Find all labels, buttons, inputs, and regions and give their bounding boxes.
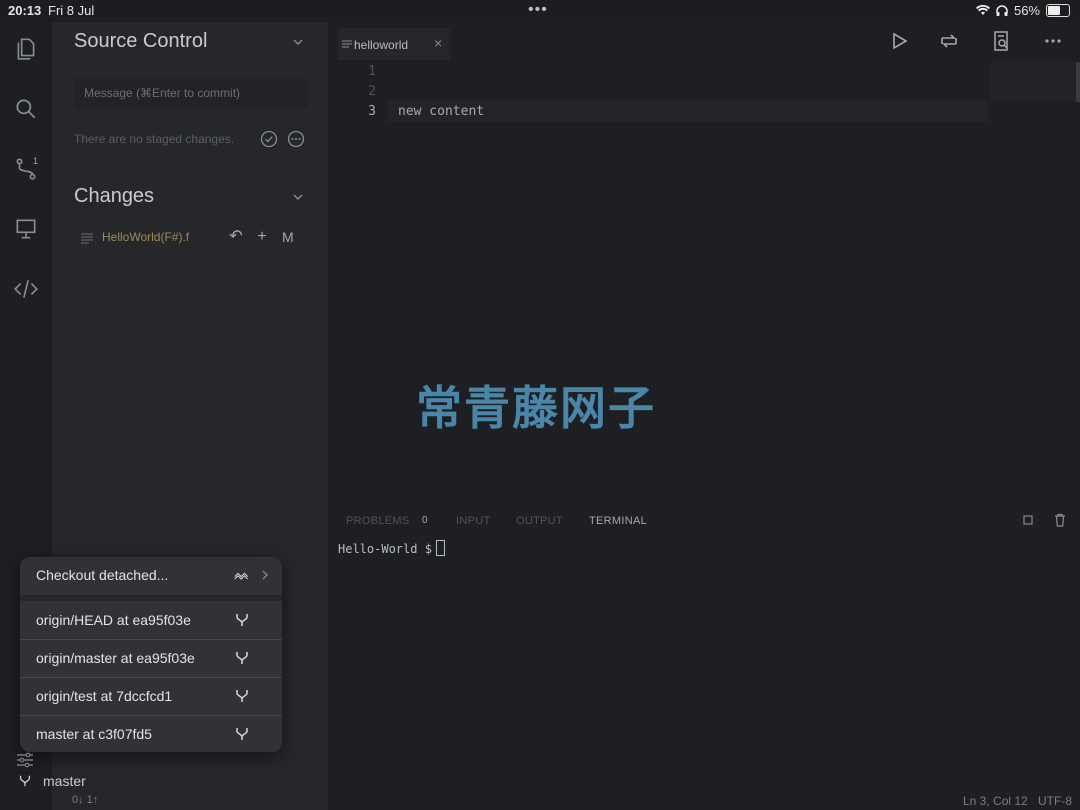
menu-gap [20,595,282,601]
menu-item-label: Checkout detached... [36,567,169,583]
remote-icon[interactable] [13,216,39,242]
wifi-icon [975,5,990,15]
search-icon[interactable] [13,96,39,122]
files-icon[interactable] [13,36,39,62]
menu-item-label: origin/test at 7dccfcd1 [36,688,173,704]
tab-label: helloworld [354,38,409,52]
problems-count: 0 [422,515,428,526]
menu-item-ref[interactable]: origin/test at 7dccfcd1 [20,678,282,715]
battery-percent: 56% [1013,3,1040,18]
battery-icon [1046,4,1070,17]
file-encoding[interactable]: UTF-8 [1038,794,1072,808]
tab-output[interactable]: OUTPUT [516,515,563,527]
menu-item-label: origin/HEAD at ea95f03e [36,612,191,628]
branch-fork-icon [236,652,248,664]
trash-icon[interactable] [1052,512,1068,528]
branch-fork-icon [19,775,31,787]
ios-status-bar: 20:13 Fri 8 Jul ••• 56% [0,0,1080,22]
menu-item-checkout-detached[interactable]: Checkout detached... [20,557,282,594]
no-staged-text: There are no staged changes. [74,132,235,146]
compare-arrows-icon[interactable] [938,30,960,52]
line-number: 3 [368,104,376,119]
checkout-popup-menu: Checkout detached... origin/HEAD at ea95… [20,557,282,752]
tab-input[interactable]: INPUT [456,515,491,527]
sync-status[interactable]: 0↓ 1↑ [72,794,98,806]
current-branch: master [43,773,86,789]
terminal-cursor [435,540,445,556]
headphones-icon [996,4,1008,16]
menu-item-ref[interactable]: master at c3f07fd5 [20,716,282,752]
discard-changes-icon[interactable]: ↶ [228,229,244,245]
editor-tab-bar: helloworld × [328,22,1080,60]
clock-time: 20:13 [8,3,42,18]
run-play-icon[interactable] [888,30,910,52]
file-lines-icon [342,40,352,48]
source-control-badge: 1 [33,156,39,166]
chevron-right-icon [262,570,268,580]
panel-tab-bar: PROBLEMS 0 INPUT OUTPUT TERMINAL [328,512,1080,534]
code-line: new content [398,104,485,119]
terminal-output[interactable]: Hello-World $ [338,540,445,556]
editor-scrollbar[interactable] [1076,62,1080,102]
line-number: 1 [368,64,376,79]
more-ellipsis-icon[interactable] [1042,30,1064,52]
change-filename: HelloWorld(F#).f [102,230,190,244]
source-control-title: Source Control [74,30,208,52]
detached-wave-icon [234,572,248,580]
multitask-dots-icon[interactable]: ••• [528,1,548,19]
commit-check-icon[interactable] [260,130,278,148]
code-icon[interactable] [13,276,39,302]
status-badge: M [282,229,294,245]
file-lines-icon [81,233,93,244]
tab-problems[interactable]: PROBLEMS [346,515,410,527]
watermark-text: 常青藤网子 [416,381,656,435]
branch-fork-icon [236,614,248,626]
status-right: 56% [975,3,1070,18]
menu-item-ref[interactable]: origin/HEAD at ea95f03e [20,602,282,639]
chevron-down-icon[interactable] [292,191,304,203]
change-item[interactable]: HelloWorld(F#).f ↶ + M [74,228,310,248]
tab-terminal[interactable]: TERMINAL [589,515,647,527]
branch-fork-icon [236,690,248,702]
line-number: 2 [368,84,376,99]
menu-item-ref[interactable]: origin/master at ea95f03e [20,640,282,677]
minimap[interactable] [990,62,1080,102]
changes-title: Changes [74,185,155,207]
maximize-panel-icon[interactable] [1020,512,1036,528]
terminal-prompt: Hello-World $ [338,542,432,556]
stage-plus-icon[interactable]: + [254,229,270,245]
settings-sliders-icon[interactable] [15,750,35,770]
branch-fork-icon [236,728,248,740]
commit-message-input[interactable]: Message (⌘Enter to commit) [74,78,308,108]
tab-helloworld[interactable]: helloworld × [338,28,450,60]
menu-item-label: master at c3f07fd5 [36,726,152,742]
menu-item-label: origin/master at ea95f03e [36,650,195,666]
close-icon[interactable]: × [434,35,442,51]
preview-document-icon[interactable] [990,30,1012,52]
more-actions-icon[interactable] [287,130,305,148]
chevron-down-icon[interactable] [292,36,304,48]
cursor-position[interactable]: Ln 3, Col 12 [963,794,1028,808]
clock-date: Fri 8 Jul [48,3,95,18]
